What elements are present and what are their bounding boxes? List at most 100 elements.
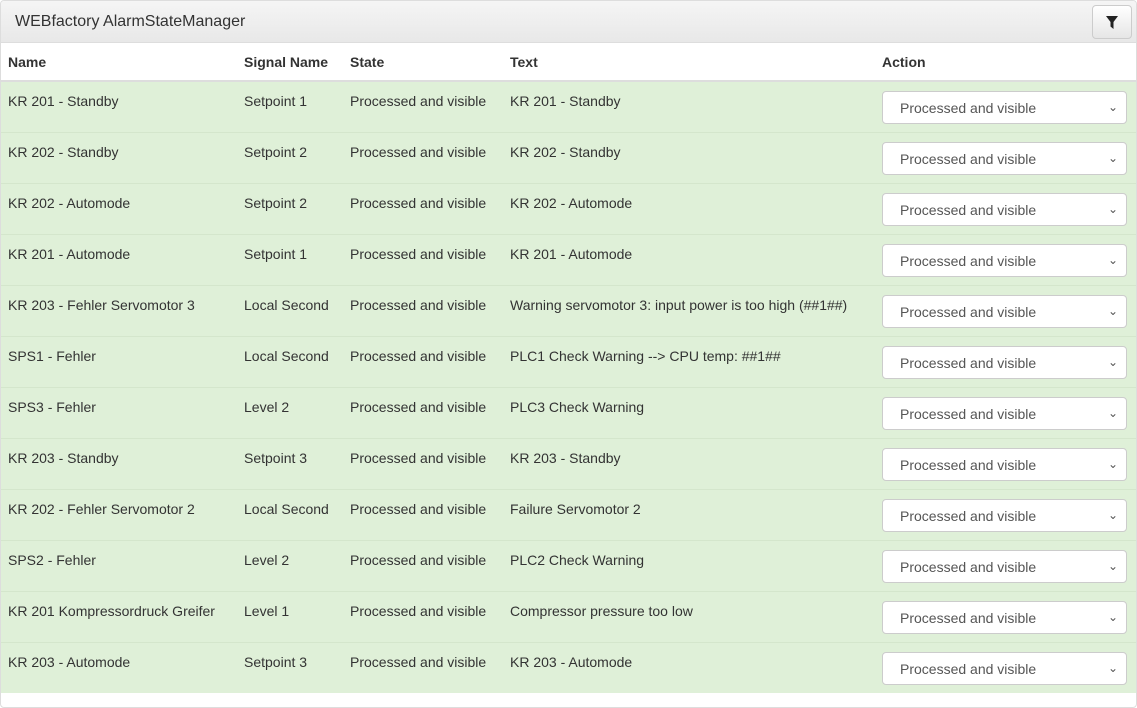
signal-name: Level 2 <box>237 386 343 438</box>
signal-name: Setpoint 2 <box>237 182 343 234</box>
action-select-value: Processed and visible <box>900 150 1037 167</box>
alarm-state-panel: WEBfactory AlarmStateManager Name Signal … <box>0 0 1137 708</box>
action-cell: Processed and visible ⌄ <box>875 386 1136 438</box>
signal-name: Setpoint 1 <box>237 80 343 132</box>
alarm-text: KR 202 - Standby <box>503 131 875 183</box>
alarm-table: Name Signal Name State Text Action KR 201 - … <box>1 43 1136 693</box>
alarm-name: SPS1 - Fehler <box>1 335 237 387</box>
action-select[interactable]: Processed and visible ⌄ <box>882 141 1127 175</box>
alarm-state: Processed and visible <box>343 233 503 285</box>
alarm-name: KR 202 - Automode <box>1 182 237 234</box>
table-row: SPS2 - Fehler Level 2 Processed and visi… <box>1 539 1136 591</box>
action-select-value: Processed and visible <box>900 609 1037 626</box>
signal-name: Level 1 <box>237 590 343 642</box>
alarm-name: KR 203 - Standby <box>1 437 237 489</box>
action-cell: Processed and visible ⌄ <box>875 590 1136 642</box>
alarm-state: Processed and visible <box>343 335 503 387</box>
alarm-state: Processed and visible <box>343 437 503 489</box>
action-cell: Processed and visible ⌄ <box>875 539 1136 591</box>
action-select-value: Processed and visible <box>900 252 1037 269</box>
action-cell: Processed and visible ⌄ <box>875 641 1136 693</box>
action-select[interactable]: Processed and visible ⌄ <box>882 396 1127 430</box>
chevron-down-icon: ⌄ <box>1107 660 1118 675</box>
table-row: KR 202 - Standby Setpoint 2 Processed an… <box>1 131 1136 183</box>
action-select-value: Processed and visible <box>900 558 1037 575</box>
alarm-text: PLC1 Check Warning --> CPU temp: ##1## <box>503 335 875 387</box>
table-row: KR 203 - Fehler Servomotor 3 Local Secon… <box>1 284 1136 336</box>
signal-name: Level 2 <box>237 539 343 591</box>
filter-button[interactable] <box>1092 5 1132 39</box>
action-select-value: Processed and visible <box>900 507 1037 524</box>
filter-icon <box>1106 15 1118 29</box>
chevron-down-icon: ⌄ <box>1107 150 1118 165</box>
page-title: WEBfactory AlarmStateManager <box>15 13 246 30</box>
action-select-value: Processed and visible <box>900 456 1037 473</box>
chevron-down-icon: ⌄ <box>1107 100 1118 114</box>
alarm-text: Compressor pressure too low <box>503 590 875 642</box>
signal-name: Local Second <box>237 284 343 336</box>
alarm-state: Processed and visible <box>343 641 503 693</box>
table-row: KR 203 - Standby Setpoint 3 Processed an… <box>1 437 1136 489</box>
alarm-name: KR 202 - Fehler Servomotor 2 <box>1 488 237 540</box>
action-cell: Processed and visible ⌄ <box>875 182 1136 234</box>
action-select[interactable]: Processed and visible ⌄ <box>882 243 1127 277</box>
action-cell: Processed and visible ⌄ <box>875 437 1136 489</box>
alarm-text: KR 203 - Automode <box>503 641 875 693</box>
action-select-value: Processed and visible <box>900 405 1037 422</box>
action-select[interactable]: Processed and visible ⌄ <box>882 600 1127 634</box>
action-select-value: Processed and visible <box>900 100 1037 116</box>
chevron-down-icon: ⌄ <box>1107 354 1118 369</box>
action-select[interactable]: Processed and visible ⌄ <box>882 345 1127 379</box>
column-header-state[interactable]: State <box>343 43 503 82</box>
action-select[interactable]: Processed and visible ⌄ <box>882 651 1127 685</box>
action-cell: Processed and visible ⌄ <box>875 131 1136 183</box>
action-cell: Processed and visible ⌄ <box>875 233 1136 285</box>
alarm-name: KR 203 - Automode <box>1 641 237 693</box>
table-row: KR 201 - Automode Setpoint 1 Processed a… <box>1 233 1136 285</box>
column-header-action[interactable]: Action <box>875 43 1136 82</box>
alarm-name: KR 201 - Standby <box>1 80 237 132</box>
action-select[interactable]: Processed and visible ⌄ <box>882 549 1127 583</box>
alarm-text: PLC2 Check Warning <box>503 539 875 591</box>
table-row: KR 202 - Automode Setpoint 2 Processed a… <box>1 182 1136 234</box>
alarm-state: Processed and visible <box>343 539 503 591</box>
chevron-down-icon: ⌄ <box>1107 201 1118 216</box>
alarm-name: KR 201 Kompressordruck Greifer <box>1 590 237 642</box>
alarm-text: KR 202 - Automode <box>503 182 875 234</box>
alarm-state: Processed and visible <box>343 182 503 234</box>
alarm-name: KR 201 - Automode <box>1 233 237 285</box>
action-select-value: Processed and visible <box>900 303 1037 320</box>
alarm-name: SPS2 - Fehler <box>1 539 237 591</box>
action-cell: Processed and visible ⌄ <box>875 80 1136 132</box>
signal-name: Local Second <box>237 335 343 387</box>
alarm-state: Processed and visible <box>343 488 503 540</box>
alarm-name: KR 203 - Fehler Servomotor 3 <box>1 284 237 336</box>
chevron-down-icon: ⌄ <box>1107 609 1118 624</box>
chevron-down-icon: ⌄ <box>1107 507 1118 522</box>
alarm-state: Processed and visible <box>343 386 503 438</box>
action-select[interactable]: Processed and visible ⌄ <box>882 294 1127 328</box>
action-select[interactable]: Processed and visible ⌄ <box>882 192 1127 226</box>
action-cell: Processed and visible ⌄ <box>875 335 1136 387</box>
column-header-signal-name[interactable]: Signal Name <box>237 43 343 82</box>
alarm-state: Processed and visible <box>343 284 503 336</box>
column-header-text[interactable]: Text <box>503 43 875 82</box>
alarm-name: SPS3 - Fehler <box>1 386 237 438</box>
panel-header: WEBfactory AlarmStateManager <box>1 1 1136 43</box>
signal-name: Setpoint 3 <box>237 641 343 693</box>
table-row: SPS1 - Fehler Local Second Processed and… <box>1 335 1136 387</box>
action-cell: Processed and visible ⌄ <box>875 488 1136 540</box>
table-row: KR 203 - Automode Setpoint 3 Processed a… <box>1 641 1136 693</box>
signal-name: Setpoint 3 <box>237 437 343 489</box>
signal-name: Setpoint 2 <box>237 131 343 183</box>
alarm-text: KR 201 - Standby <box>503 80 875 132</box>
column-header-name[interactable]: Name <box>1 43 237 82</box>
action-select[interactable]: Processed and visible ⌄ <box>882 447 1127 481</box>
action-cell: Processed and visible ⌄ <box>875 284 1136 336</box>
alarm-state: Processed and visible <box>343 80 503 132</box>
action-select[interactable]: Processed and visible ⌄ <box>882 498 1127 532</box>
table-row: KR 202 - Fehler Servomotor 2 Local Secon… <box>1 488 1136 540</box>
action-select[interactable]: Processed and visible ⌄ <box>882 91 1127 124</box>
table-row: KR 201 Kompressordruck Greifer Level 1 P… <box>1 590 1136 642</box>
chevron-down-icon: ⌄ <box>1107 303 1118 318</box>
